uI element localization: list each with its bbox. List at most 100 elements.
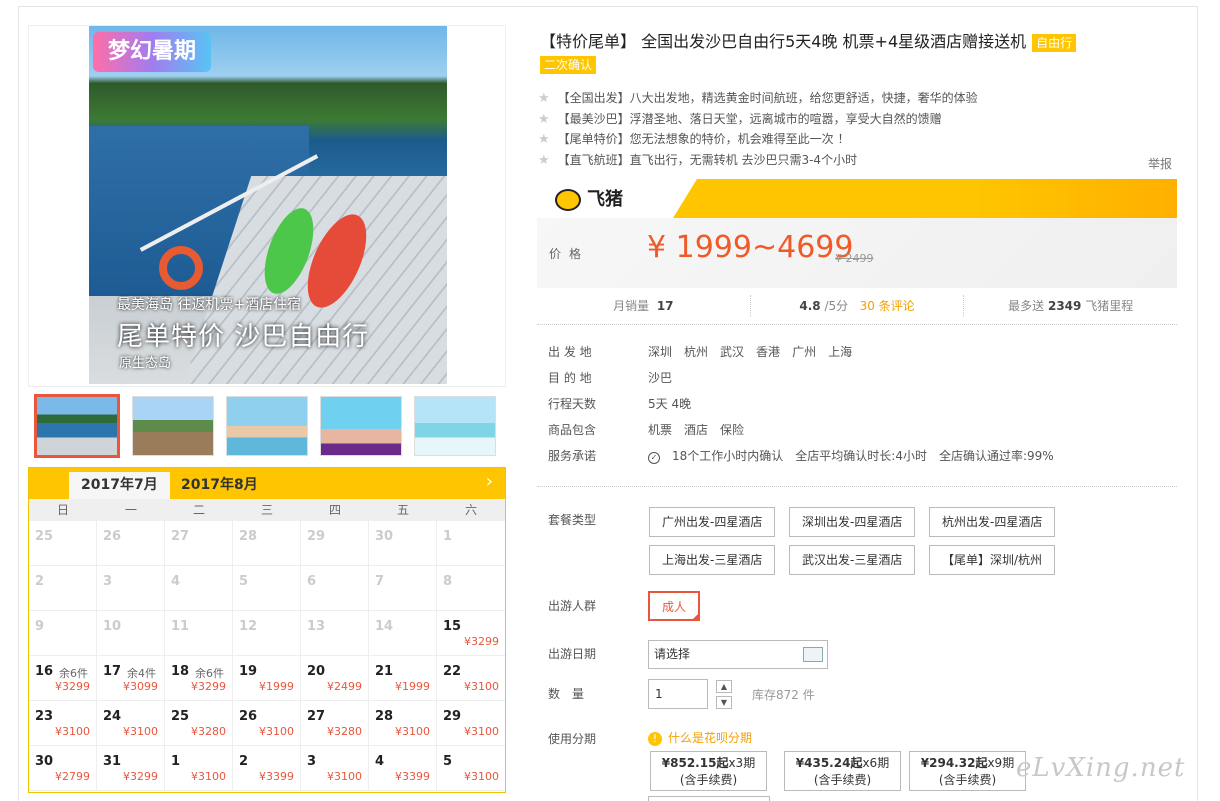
thumbnail-2[interactable] <box>132 396 214 456</box>
day-number: 8 <box>443 574 453 589</box>
price-calendar: 2017年7月 2017年8月 › 日 一 二 三 四 五 六 25 26 27 28… <box>28 467 506 793</box>
package-option[interactable]: 杭州出发-四星酒店 <box>929 507 1056 537</box>
feature-text: 【全国出发】八大出发地，精选黄金时间航班，给您更舒适，快捷，奢华的体验 <box>557 91 978 105</box>
check-icon: ✓ <box>648 452 660 464</box>
package-option[interactable]: 深圳出发-四星酒店 <box>789 507 916 537</box>
product-info: 出 发 地 深圳 杭州 武汉 香港 广州 上海 目 的 地 沙巴 行程天数 5天 4晚 商… <box>548 341 1066 471</box>
people-option-adult[interactable]: 成人 <box>648 591 701 621</box>
brand-name: 飞猪 <box>587 189 623 210</box>
day-number: 27 <box>307 709 326 724</box>
day-price: ¥3100 <box>464 725 499 738</box>
installment-option[interactable]: ¥294.32起x9期 (含手续费) <box>909 751 1026 791</box>
thumbnail-4[interactable] <box>320 396 402 456</box>
promo-badge: 梦幻暑期 <box>93 32 211 72</box>
calendar-day[interactable]: 18 余6件 ¥3299 <box>165 656 233 701</box>
calendar-day: 6 <box>301 566 369 611</box>
day-number: 30 <box>375 529 394 544</box>
star-icon: ★ <box>538 132 550 147</box>
calendar-day[interactable]: 22 ¥3100 <box>437 656 505 701</box>
decrement-button[interactable]: ▼ <box>716 696 732 709</box>
day-number: 25 <box>171 709 190 724</box>
package-option[interactable]: 广州出发-四星酒店 <box>649 507 776 537</box>
day-number: 29 <box>307 529 326 544</box>
calendar-icon[interactable] <box>803 647 823 662</box>
review-count[interactable]: 30 条评论 <box>860 299 915 313</box>
quantity-input[interactable]: 1 <box>648 679 708 709</box>
calendar-day[interactable]: 3 ¥3100 <box>301 746 369 791</box>
calendar-day[interactable]: 2 ¥3399 <box>233 746 301 791</box>
increment-button[interactable]: ▲ <box>716 680 732 693</box>
huabei-link[interactable]: ! 什么是花呗分期 <box>648 729 752 746</box>
installment-option-partial[interactable] <box>648 796 770 801</box>
package-option[interactable]: 上海出发-三星酒店 <box>649 545 776 575</box>
feature-item: ★ 【直飞航班】直飞出行，无需转机 去沙巴只需3-4个小时 <box>538 150 1178 171</box>
calendar-day[interactable]: 24 ¥3100 <box>97 701 165 746</box>
calendar-day[interactable]: 1 ¥3100 <box>165 746 233 791</box>
day-number: 11 <box>171 619 190 634</box>
day-price: ¥3100 <box>191 770 226 783</box>
selected-corner-icon <box>691 612 701 621</box>
calendar-day[interactable]: 16 余6件 ¥3299 <box>29 656 97 701</box>
star-icon: ★ <box>538 111 550 127</box>
day-stock: 余4件 <box>127 667 156 680</box>
main-product-image[interactable]: 梦幻暑期 最美海岛 往返机票+酒店住宿 尾单特价 沙巴自由行 原生态岛 <box>28 25 506 387</box>
day-price: ¥1999 <box>259 680 294 693</box>
day-number: 18 <box>171 664 190 679</box>
calendar-day[interactable]: 31 ¥3299 <box>97 746 165 791</box>
calendar-day[interactable]: 27 ¥3280 <box>301 701 369 746</box>
calendar-day: 10 <box>97 611 165 656</box>
thumbnail-3[interactable] <box>226 396 308 456</box>
day-number: 22 <box>443 664 462 679</box>
day-number: 2 <box>35 574 45 589</box>
chevron-right-icon[interactable]: › <box>486 471 493 492</box>
calendar-day: 30 <box>369 521 437 566</box>
package-option[interactable]: 武汉出发-三星酒店 <box>789 545 916 575</box>
calendar-day[interactable]: 23 ¥3100 <box>29 701 97 746</box>
weekday-sat: 六 <box>464 503 477 517</box>
service-row: 服务承诺 ✓ 18个工作小时内确认 全店平均确认时长:4小时 全店确认通过率:99% <box>548 445 1066 471</box>
calendar-day[interactable]: 26 ¥3100 <box>233 701 301 746</box>
product-title: 【特价尾单】 全国出发沙巴自由行5天4晚 机票+4星级酒店赠接送机 自由行 <box>540 28 1077 52</box>
report-link[interactable]: 举报 <box>1148 155 1172 172</box>
calendar-day[interactable]: 30 ¥2799 <box>29 746 97 791</box>
date-picker[interactable]: 请选择 <box>648 640 828 669</box>
calendar-day[interactable]: 19 ¥1999 <box>233 656 301 701</box>
feature-text: 【尾单特价】您无法想象的特价，机会难得至此一次 ！ <box>557 132 850 146</box>
free-travel-tag: 自由行 <box>1032 34 1077 52</box>
thumbnail-1[interactable] <box>34 394 120 458</box>
stock-text: 库存872 件 <box>752 688 815 702</box>
package-option[interactable]: 【尾单】深圳/杭州 <box>929 545 1056 575</box>
calendar-day[interactable]: 5 ¥3100 <box>437 746 505 791</box>
departure-row: 出 发 地 深圳 杭州 武汉 香港 广州 上海 <box>548 341 1066 367</box>
installment-option[interactable]: ¥435.24起x6期 (含手续费) <box>784 751 901 791</box>
day-price: ¥3100 <box>123 725 158 738</box>
duration-value: 5天 4晚 <box>648 397 692 411</box>
calendar-day[interactable]: 28 ¥3100 <box>369 701 437 746</box>
calendar-day[interactable]: 15 ¥3299 <box>437 611 505 656</box>
tab-august[interactable]: 2017年8月 <box>169 472 270 499</box>
watermark: eLvXing.net <box>1016 753 1186 783</box>
calendar-day[interactable]: 25 ¥3280 <box>165 701 233 746</box>
installment-option[interactable]: ¥852.15起x3期 (含手续费) <box>650 751 767 791</box>
destination-row: 目 的 地 沙巴 <box>548 367 1066 393</box>
calendar-day[interactable]: 17 余4件 ¥3099 <box>97 656 165 701</box>
day-number: 29 <box>443 709 462 724</box>
tab-july[interactable]: 2017年7月 <box>69 472 170 499</box>
thumbnail-5[interactable] <box>414 396 496 456</box>
day-number: 3 <box>103 574 113 589</box>
day-price: ¥3100 <box>55 725 90 738</box>
calendar-day[interactable]: 21 ¥1999 <box>369 656 437 701</box>
calendar-day[interactable]: 20 ¥2499 <box>301 656 369 701</box>
weekday-wed: 三 <box>260 503 273 517</box>
calendar-day[interactable]: 4 ¥3399 <box>369 746 437 791</box>
day-price: ¥3299 <box>191 680 226 693</box>
installment-label: 使用分期 <box>548 732 597 746</box>
day-number: 7 <box>375 574 385 589</box>
people-label: 出游人群 <box>548 599 597 613</box>
miles-reward: 最多送 2349 飞猪里程 <box>1008 299 1134 313</box>
day-price: ¥3100 <box>259 725 294 738</box>
original-price: ¥ 2499 <box>835 252 874 265</box>
calendar-day[interactable]: 29 ¥3100 <box>437 701 505 746</box>
day-price: ¥1999 <box>395 680 430 693</box>
rating[interactable]: 4.8 /5分 30 条评论 <box>751 295 965 317</box>
